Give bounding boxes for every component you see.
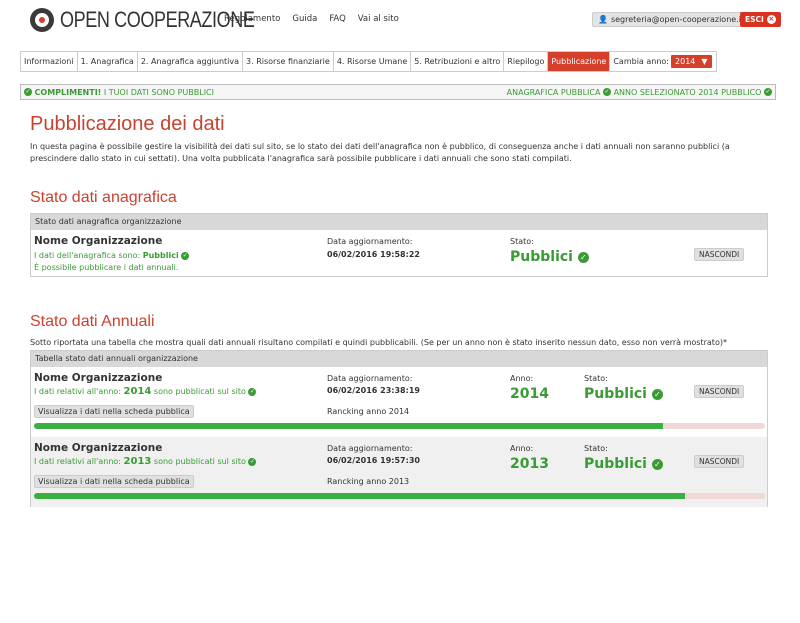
annuali-table-head: Tabella stato dati annuali organizzazion… [31,351,767,367]
top-nav: Regolamento Guida FAQ Vai al sito [224,14,399,24]
line-year: 2013 [123,456,152,467]
line-suffix: sono pubblicati sul sito [151,457,246,466]
state-value-text: Pubblici [584,456,647,472]
date-label: Data aggiornamento: [327,444,413,453]
hide-button[interactable]: NASCONDI [694,385,745,398]
line-prefix: I dati relativi all'anno: [34,387,124,396]
year-select-label: Cambia anno: [613,57,670,66]
annual-row: Nome Organizzazione I dati relativi all'a… [31,437,767,507]
annual-rows: Nome Organizzazione I dati relativi all'a… [31,367,767,507]
status-anagrafica-text: ANAGRAFICA PUBBLICA [506,87,601,97]
line-year: 2014 [123,386,152,397]
year-select-value: 2014 [675,57,696,66]
ranking-progress-bar [34,493,765,499]
user-email: segreteria@open-cooperazione.it [610,15,745,24]
tab-riepilogo[interactable]: Riepilogo [504,52,549,71]
logout-label: ESCI [745,15,764,24]
year-value: 2013 [510,456,549,472]
org-name: Nome Organizzazione [34,235,163,247]
tab-risorse-finanziarie[interactable]: 3. Risorse finanziarie [243,52,334,71]
success-status: ANAGRAFICA PUBBLICA ✓ ANNO SELEZIONATO 2… [507,88,772,97]
nav-vai-al-sito[interactable]: Vai al sito [358,14,399,24]
annual-status-line: I dati relativi all'anno: 2013 sono pubb… [34,456,257,467]
anagrafica-status-line: I dati dell'anagrafica sono: Pubblici ✓ [34,251,190,260]
year-label: Anno: [510,444,534,453]
date-label: Data aggiornamento: [327,237,413,246]
view-public-button[interactable]: Visualizza i dati nella scheda pubblica [34,475,194,488]
check-icon: ✓ [181,251,190,260]
check-icon: ✓ [248,387,257,396]
date-value: 06/02/2016 19:58:22 [327,250,420,259]
annuali-heading: Stato dati Annuali [30,313,155,330]
year-value: 2014 [510,386,549,402]
status-anno-text: ANNO SELEZIONATO 2014 PUBBLICO [613,87,762,97]
org-name: Nome Organizzazione [34,442,163,454]
year-label: Anno: [510,374,534,383]
page-title: Pubblicazione dei dati [30,113,225,135]
page-intro: In questa pagina è possibile gestire la … [30,142,730,163]
close-icon: × [766,15,776,24]
ranking-progress-fill [34,493,685,499]
success-message: ✓ COMPLIMENTI! I TUOI DATI SONO PUBBLICI [24,88,214,97]
state-value: Pubblici ✓ [584,456,663,472]
year-select[interactable]: 2014 ▼ [671,55,712,68]
annuali-panel: Tabella stato dati annuali organizzazion… [30,350,768,507]
nav-faq[interactable]: FAQ [329,14,345,24]
state-value: Pubblici ✓ [584,386,663,402]
check-icon: ✓ [577,251,589,263]
success-text: I TUOI DATI SONO PUBBLICI [101,87,214,97]
check-icon: ✓ [248,457,257,466]
success-bold: COMPLIMENTI! [34,87,102,97]
success-banner: ✓ COMPLIMENTI! I TUOI DATI SONO PUBBLICI… [20,84,776,100]
ranking-label: Rancking anno 2013 [327,477,410,486]
ranking-label: Rancking anno 2014 [327,407,410,416]
check-icon: ✓ [24,88,32,96]
check-icon: ✓ [651,388,663,400]
tab-informazioni[interactable]: Informazioni [21,52,78,71]
annual-row: Nome Organizzazione I dati relativi all'a… [31,367,767,437]
status-value: Pubblici [142,251,179,260]
status-prefix: I dati dell'anagrafica sono: [34,251,143,260]
date-value: 06/02/2016 23:38:19 [327,386,420,395]
state-value-text: Pubblici [584,386,647,402]
tab-anagrafica-aggiuntiva[interactable]: 2. Anagrafica aggiuntiva [138,52,244,71]
header: OPEN COOPERAZIONE Regolamento Guida FAQ … [0,0,800,40]
check-icon: ✓ [764,88,772,96]
date-value: 06/02/2016 19:57:30 [327,456,420,465]
anagrafica-heading: Stato dati anagrafica [30,189,177,206]
anagrafica-note: È possibile pubblicare i dati annuali. [34,263,179,272]
annual-status-line: I dati relativi all'anno: 2014 sono pubb… [34,386,257,397]
state-label: Stato: [584,374,608,383]
date-label: Data aggiornamento: [327,374,413,383]
user-account-button[interactable]: 👤 segreteria@open-cooperazione.it [592,12,751,27]
nav-guida[interactable]: Guida [292,14,317,24]
ranking-progress-fill [34,423,663,429]
check-icon: ✓ [603,88,612,96]
line-prefix: I dati relativi all'anno: [34,457,124,466]
view-public-button[interactable]: Visualizza i dati nella scheda pubblica [34,405,194,418]
user-icon: 👤 [598,15,608,24]
ranking-progress-bar [34,423,765,429]
state-value: Pubblici ✓ [510,249,589,265]
logo-icon [30,8,54,32]
logout-button[interactable]: ESCI × [740,12,781,27]
hide-button[interactable]: NASCONDI [694,455,745,468]
state-value-text: Pubblici [510,249,573,265]
tab-pubblicazione[interactable]: Pubblicazione [548,52,611,71]
nav-regolamento[interactable]: Regolamento [224,14,280,24]
tab-retribuzioni[interactable]: 5. Retribuzioni e altro [411,52,505,71]
caret-down-icon: ▼ [701,57,708,66]
annuali-intro: Sotto riportata una tabella che mostra q… [30,338,727,347]
anagrafica-table-head: Stato dati anagrafica organizzazione [31,214,767,230]
tab-anagrafica[interactable]: 1. Anagrafica [78,52,138,71]
hide-button[interactable]: NASCONDI [694,248,745,261]
state-label: Stato: [584,444,608,453]
state-label: Stato: [510,237,534,246]
tab-risorse-umane[interactable]: 4. Risorse Umane [334,52,412,71]
section-tabs: Informazioni 1. Anagrafica 2. Anagrafica… [20,51,717,72]
check-icon: ✓ [651,458,663,470]
org-name: Nome Organizzazione [34,372,163,384]
line-suffix: sono pubblicati sul sito [151,387,246,396]
anagrafica-panel: Stato dati anagrafica organizzazione Nom… [30,213,768,277]
